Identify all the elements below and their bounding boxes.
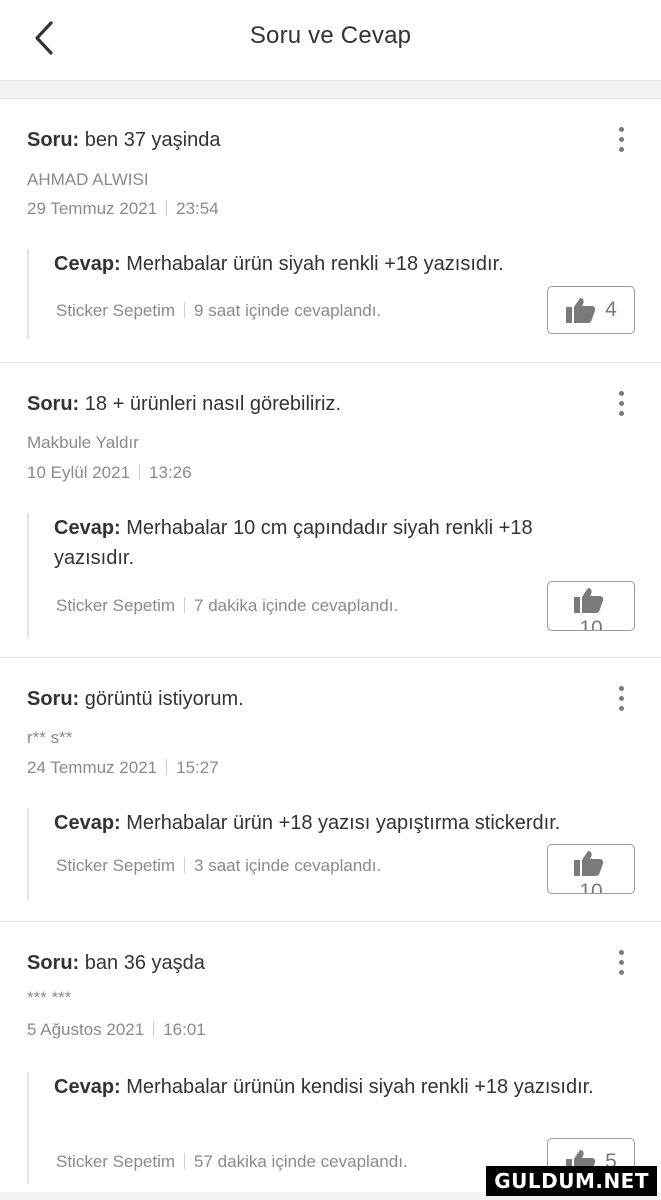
question-text: Soru: ban 36 yaşda — [27, 952, 205, 975]
question-date: 29 Temmuz 2021 23:54 — [27, 199, 219, 219]
seller-name: Sticker Sepetim — [56, 856, 176, 875]
question-text: Soru: ben 37 yaşinda — [27, 129, 220, 152]
seller-name: Sticker Sepetim — [56, 596, 176, 615]
answer-prefix: Cevap: — [54, 253, 121, 275]
question-list: Soru: ben 37 yaşinda AHMAD ALWISI 29 Tem… — [0, 98, 661, 1192]
answered-time: 7 dakika içinde cevaplandı. — [194, 596, 399, 615]
answer-meta: Sticker Sepetim 7 dakika içinde cevapland… — [56, 596, 398, 616]
question-body: görüntü istiyorum. — [84, 688, 244, 710]
question-prefix: Soru: — [27, 952, 80, 974]
more-options-button[interactable] — [611, 680, 631, 716]
time-text: 15:27 — [176, 758, 219, 777]
thumbs-up-icon — [574, 588, 604, 613]
question-date: 10 Eylül 2021 13:26 — [27, 463, 192, 483]
question-body: ban 36 yaşda — [84, 952, 205, 974]
more-vertical-icon — [618, 390, 624, 396]
question-body: ben 37 yaşinda — [84, 129, 221, 151]
date-text: 5 Ağustos 2021 — [27, 1020, 145, 1039]
seller-name: Sticker Sepetim — [56, 301, 176, 320]
question-prefix: Soru: — [27, 688, 80, 710]
question-prefix: Soru: — [27, 129, 80, 151]
question-author: *** *** — [27, 988, 72, 1007]
answered-time: 57 dakika içinde cevaplandı. — [194, 1152, 408, 1171]
more-options-button[interactable] — [611, 121, 631, 157]
answer-body: Merhabalar 10 cm çapındadır siyah renkli… — [54, 517, 533, 569]
like-count: 10 — [579, 617, 603, 631]
more-options-button[interactable] — [611, 944, 631, 980]
date-text: 10 Eylül 2021 — [27, 463, 131, 482]
question-author: Makbule Yaldır — [27, 433, 139, 452]
more-options-button[interactable] — [611, 385, 631, 421]
question-text: Soru: 18 + ürünleri nasıl görebiliriz. — [27, 393, 341, 416]
question-text: Soru: görüntü istiyorum. — [27, 688, 244, 711]
answered-time: 3 saat içinde cevaplandı. — [194, 856, 382, 875]
answered-time: 9 saat içinde cevaplandı. — [194, 301, 382, 320]
time-text: 13:26 — [149, 463, 192, 482]
thumbs-up-icon — [566, 298, 596, 323]
question-card: Soru: ban 36 yaşda *** *** 5 Ağustos 202… — [0, 922, 661, 1192]
answer-body: Merhabalar ürün siyah renkli +18 yazısıd… — [126, 253, 504, 275]
question-prefix: Soru: — [27, 393, 80, 415]
answer-meta: Sticker Sepetim 3 saat içinde cevaplandı. — [56, 856, 381, 876]
answer-prefix: Cevap: — [54, 517, 121, 539]
question-body: 18 + ürünleri nasıl görebiliriz. — [84, 393, 342, 415]
date-text: 29 Temmuz 2021 — [27, 199, 158, 218]
question-author: r** s** — [27, 728, 73, 747]
seller-name: Sticker Sepetim — [56, 1152, 176, 1171]
thumbs-up-icon — [574, 851, 604, 876]
like-button[interactable]: 10 — [547, 581, 635, 631]
like-count: 10 — [579, 880, 603, 894]
answer-block: Cevap: Merhabalar ürün +18 yazısı yapışt… — [27, 808, 635, 900]
question-card: Soru: ben 37 yaşinda AHMAD ALWISI 29 Tem… — [0, 99, 661, 363]
answer-meta: Sticker Sepetim 57 dakika içinde cevaplan… — [56, 1152, 408, 1172]
question-card: Soru: görüntü istiyorum. r** s** 24 Temm… — [0, 658, 661, 922]
question-date: 24 Temmuz 2021 15:27 — [27, 758, 219, 778]
question-card: Soru: 18 + ürünleri nasıl görebiliriz. M… — [0, 363, 661, 658]
page-title: Soru ve Cevap — [249, 22, 412, 49]
answer-text: Cevap: Merhabalar ürün +18 yazısı yapışt… — [54, 808, 594, 838]
more-vertical-icon — [618, 685, 624, 691]
like-button[interactable]: 10 — [547, 844, 635, 894]
answer-body: Merhabalar ürünün kendisi siyah renkli +… — [126, 1076, 594, 1098]
answer-block: Cevap: Merhabalar 10 cm çapındadır siyah… — [27, 513, 635, 637]
more-vertical-icon — [618, 949, 624, 955]
question-author: AHMAD ALWISI — [27, 170, 149, 189]
answer-meta: Sticker Sepetim 9 saat içinde cevaplandı. — [56, 301, 381, 321]
date-text: 24 Temmuz 2021 — [27, 758, 158, 777]
answer-text: Cevap: Merhabalar 10 cm çapındadır siyah… — [54, 513, 594, 573]
question-date: 5 Ağustos 2021 16:01 — [27, 1020, 206, 1040]
time-text: 16:01 — [163, 1020, 206, 1039]
watermark-logo: GULDUM.NET — [486, 1166, 657, 1196]
time-text: 23:54 — [176, 199, 219, 218]
answer-prefix: Cevap: — [54, 1076, 121, 1098]
answer-body: Merhabalar ürün +18 yazısı yapıştırma st… — [126, 812, 561, 834]
answer-prefix: Cevap: — [54, 812, 121, 834]
more-vertical-icon — [618, 126, 624, 132]
answer-text: Cevap: Merhabalar ürünün kendisi siyah r… — [54, 1072, 594, 1102]
answer-text: Cevap: Merhabalar ürün siyah renkli +18 … — [54, 249, 594, 279]
app-header: Soru ve Cevap — [0, 0, 661, 81]
like-button[interactable]: 4 — [547, 286, 635, 334]
like-count: 4 — [605, 298, 617, 321]
answer-block: Cevap: Merhabalar ürün siyah renkli +18 … — [27, 249, 635, 339]
